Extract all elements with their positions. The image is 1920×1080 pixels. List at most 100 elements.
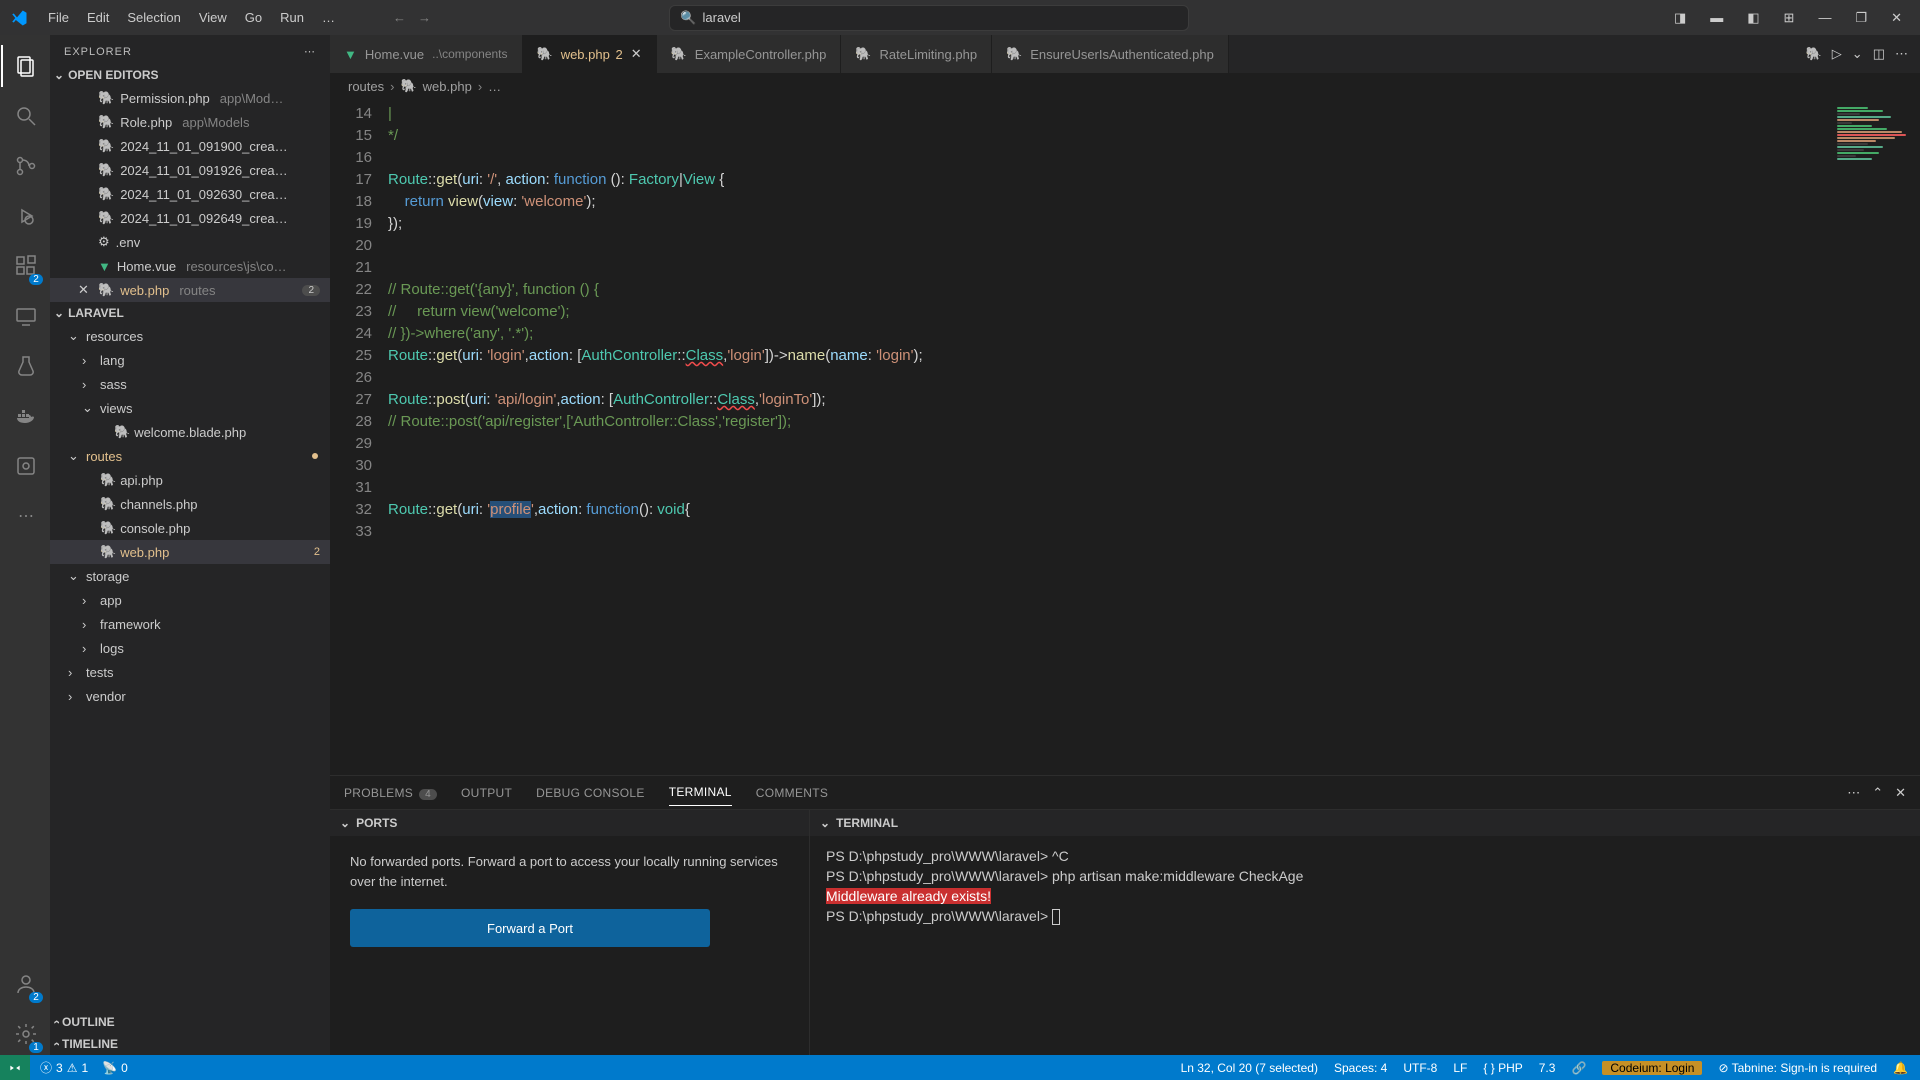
folder-item[interactable]: ›app: [50, 588, 330, 612]
menu-view[interactable]: View: [191, 6, 235, 29]
file-item[interactable]: 🐘channels.php: [50, 492, 330, 516]
explorer-more-icon[interactable]: ⋯: [304, 45, 316, 58]
open-editor-item[interactable]: ✕🐘web.phproutes2: [50, 278, 330, 302]
folder-item[interactable]: ›lang: [50, 348, 330, 372]
panel-maximize-icon[interactable]: ⌃: [1872, 785, 1883, 801]
status-encoding[interactable]: UTF-8: [1403, 1061, 1437, 1075]
terminal-header[interactable]: ⌄ TERMINAL: [810, 810, 1920, 836]
folder-item[interactable]: ›tests: [50, 660, 330, 684]
nav-forward-icon[interactable]: →: [418, 10, 431, 25]
activity-remote-icon[interactable]: [1, 295, 49, 337]
activity-more-icon[interactable]: ⋯: [1, 495, 49, 537]
layout-customize-icon[interactable]: ⊞: [1776, 6, 1803, 30]
minimap[interactable]: [1830, 99, 1920, 775]
menu-go[interactable]: Go: [237, 6, 270, 29]
window-minimize-icon[interactable]: —: [1810, 6, 1839, 29]
breadcrumb-segment[interactable]: routes: [348, 79, 384, 94]
command-center-search[interactable]: 🔍 laravel: [669, 5, 1189, 31]
open-editors-header[interactable]: ⌄ OPEN EDITORS: [50, 64, 330, 86]
status-cursor[interactable]: Ln 32, Col 20 (7 selected): [1181, 1061, 1318, 1075]
activity-extensions-icon[interactable]: 2: [1, 245, 49, 287]
open-editor-item[interactable]: ⚙.env: [50, 230, 330, 254]
layout-primary-icon[interactable]: ◨: [1666, 6, 1694, 30]
open-editor-item[interactable]: 🐘2024_11_01_092649_crea…: [50, 206, 330, 230]
split-editor-icon[interactable]: ◫: [1873, 46, 1885, 62]
editor-tab[interactable]: ▼Home.vue..\components: [330, 35, 523, 73]
ports-header[interactable]: ⌄ PORTS: [330, 810, 809, 836]
open-editor-item[interactable]: 🐘2024_11_01_092630_crea…: [50, 182, 330, 206]
status-notifications-icon[interactable]: 🔔: [1893, 1061, 1908, 1075]
folder-item[interactable]: ⌄storage: [50, 564, 330, 588]
open-editor-item[interactable]: 🐘Role.phpapp\Models: [50, 110, 330, 134]
activity-codeium-icon[interactable]: [1, 445, 49, 487]
editor-tab[interactable]: 🐘RateLimiting.php: [841, 35, 992, 73]
window-close-icon[interactable]: ✕: [1883, 6, 1910, 30]
editor-tab[interactable]: 🐘ExampleController.php: [657, 35, 842, 73]
run-dropdown-icon[interactable]: ⌄: [1852, 46, 1863, 62]
status-eol[interactable]: LF: [1453, 1061, 1467, 1075]
file-item[interactable]: 🐘web.php2: [50, 540, 330, 564]
panel-tab-terminal[interactable]: TERMINAL: [669, 779, 732, 806]
editor-tab[interactable]: 🐘EnsureUserIsAuthenticated.php: [992, 35, 1229, 73]
open-editor-item[interactable]: 🐘Permission.phpapp\Mod…: [50, 86, 330, 110]
open-editor-item[interactable]: 🐘2024_11_01_091926_crea…: [50, 158, 330, 182]
layout-secondary-icon[interactable]: ◧: [1739, 6, 1767, 30]
status-live-share-icon[interactable]: 🔗: [1571, 1061, 1586, 1075]
folder-item[interactable]: ›sass: [50, 372, 330, 396]
status-codeium[interactable]: Codeium: Login: [1602, 1061, 1702, 1075]
activity-settings-icon[interactable]: 1: [1, 1013, 49, 1055]
nav-back-icon[interactable]: ←: [393, 10, 406, 25]
folder-item[interactable]: ⌄views: [50, 396, 330, 420]
terminal-content[interactable]: PS D:\phpstudy_pro\WWW\laravel> ^CPS D:\…: [810, 836, 1920, 1055]
window-restore-icon[interactable]: ❐: [1847, 6, 1875, 30]
menu-edit[interactable]: Edit: [79, 6, 117, 29]
breadcrumb-segment[interactable]: web.php: [423, 79, 472, 94]
remote-indicator[interactable]: [0, 1055, 30, 1080]
editor-tab[interactable]: 🐘web.php 2✕: [523, 35, 657, 73]
activity-docker-icon[interactable]: [1, 395, 49, 437]
menu-selection[interactable]: Selection: [119, 6, 188, 29]
panel-tab-comments[interactable]: COMMENTS: [756, 780, 828, 806]
status-problems[interactable]: ⓧ3 ⚠1: [40, 1059, 88, 1076]
folder-item[interactable]: ›vendor: [50, 684, 330, 708]
panel-close-icon[interactable]: ✕: [1895, 785, 1906, 801]
layout-panel-icon[interactable]: ▬: [1702, 6, 1731, 29]
status-ports[interactable]: 📡0: [102, 1061, 128, 1075]
activity-debug-icon[interactable]: [1, 195, 49, 237]
activity-accounts-icon[interactable]: 2: [1, 963, 49, 1005]
folder-item[interactable]: ›framework: [50, 612, 330, 636]
activity-explorer-icon[interactable]: [1, 45, 49, 87]
code-content[interactable]: |*/ Route::get(uri: '/', action: functio…: [388, 99, 1830, 775]
outline-header[interactable]: › OUTLINE: [50, 1011, 330, 1033]
status-php-version[interactable]: 7.3: [1539, 1061, 1556, 1075]
panel-tab-debug-console[interactable]: DEBUG CONSOLE: [536, 780, 645, 806]
breadcrumb-segment[interactable]: …: [488, 79, 501, 94]
panel-tab-problems[interactable]: PROBLEMS4: [344, 780, 437, 806]
panel-more-icon[interactable]: ⋯: [1847, 785, 1860, 801]
folder-item[interactable]: ⌄routes: [50, 444, 330, 468]
status-indentation[interactable]: Spaces: 4: [1334, 1061, 1387, 1075]
menu-…[interactable]: …: [314, 6, 343, 29]
folder-item[interactable]: ›logs: [50, 636, 330, 660]
laravel-project-header[interactable]: ⌄ LARAVEL: [50, 302, 330, 324]
status-language[interactable]: { } PHP: [1483, 1061, 1522, 1075]
file-item[interactable]: 🐘welcome.blade.php: [50, 420, 330, 444]
language-icon[interactable]: 🐘: [1806, 46, 1822, 62]
menu-file[interactable]: File: [40, 6, 77, 29]
open-editor-item[interactable]: ▼Home.vueresources\js\co…: [50, 254, 330, 278]
status-tabnine[interactable]: ⊘ Tabnine: Sign-in is required: [1718, 1061, 1877, 1075]
timeline-header[interactable]: › TIMELINE: [50, 1033, 330, 1055]
breadcrumbs[interactable]: routes › 🐘 web.php › …: [330, 73, 1920, 99]
close-tab-icon[interactable]: ✕: [631, 46, 642, 62]
close-icon[interactable]: ✕: [78, 282, 92, 298]
file-item[interactable]: 🐘api.php: [50, 468, 330, 492]
activity-scm-icon[interactable]: [1, 145, 49, 187]
panel-tab-output[interactable]: OUTPUT: [461, 780, 512, 806]
file-item[interactable]: 🐘console.php: [50, 516, 330, 540]
menu-run[interactable]: Run: [272, 6, 312, 29]
editor-more-icon[interactable]: ⋯: [1895, 46, 1908, 62]
open-editor-item[interactable]: 🐘2024_11_01_091900_crea…: [50, 134, 330, 158]
code-editor[interactable]: 1415161718192021222324252627282930313233…: [330, 99, 1920, 775]
run-icon[interactable]: ▷: [1832, 46, 1842, 62]
activity-test-icon[interactable]: [1, 345, 49, 387]
